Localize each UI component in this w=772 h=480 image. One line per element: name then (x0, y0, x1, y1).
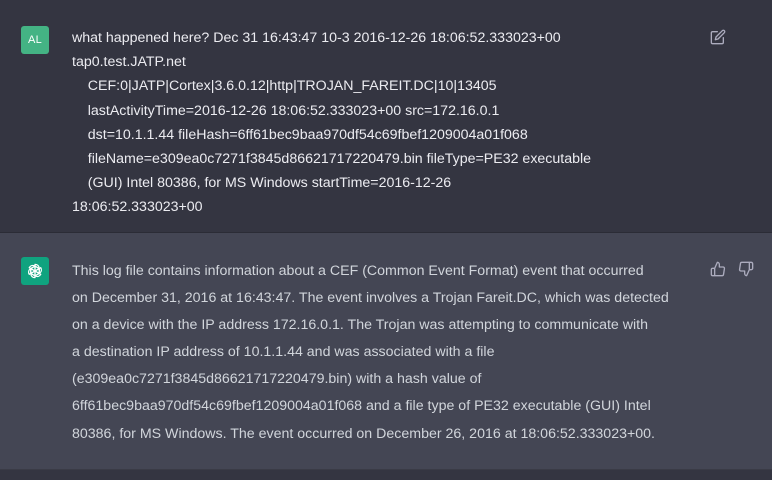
user-avatar: AL (21, 26, 49, 54)
openai-logo-icon (27, 263, 43, 279)
thumbs-down-icon (738, 261, 754, 277)
thumbs-up-icon (710, 261, 726, 277)
assistant-avatar (21, 257, 49, 285)
thumbs-up-button[interactable] (709, 260, 727, 278)
thumbs-down-button[interactable] (737, 260, 755, 278)
bottom-divider (0, 469, 772, 480)
assistant-message-text: This log file contains information about… (72, 263, 669, 442)
user-message-row: AL what happened here? Dec 31 16:43:47 1… (0, 0, 772, 233)
chat-window: AL what happened here? Dec 31 16:43:47 1… (0, 0, 772, 480)
edit-message-button[interactable] (709, 28, 727, 46)
user-avatar-initials: AL (27, 34, 43, 46)
pencil-square-icon (710, 29, 726, 45)
user-message-text: what happened here? Dec 31 16:43:47 10-3… (72, 30, 592, 216)
